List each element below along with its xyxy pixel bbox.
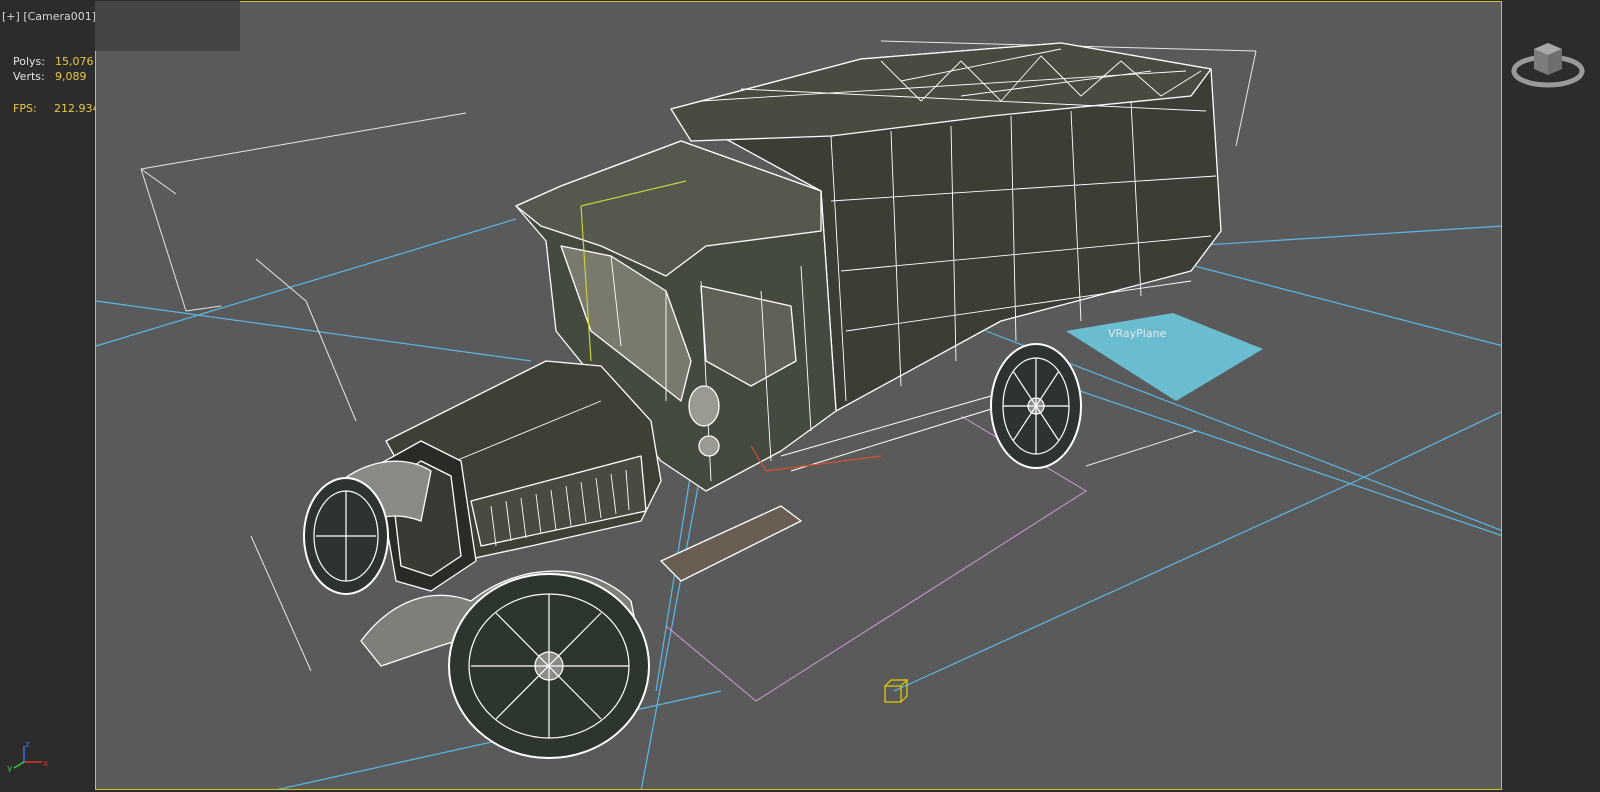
verts-stat: Verts: 9,089: [13, 69, 94, 84]
rear-right-wheel: [990, 343, 1082, 469]
fps-stat: FPS: 212.934: [13, 102, 100, 115]
verts-value: 9,089: [55, 70, 87, 83]
scene-canvas[interactable]: [96, 2, 1502, 790]
polys-label: Polys:: [13, 55, 45, 68]
light-object-icon[interactable]: [884, 679, 909, 703]
axis-z-label: z: [25, 740, 30, 750]
fps-value: 212.934: [54, 102, 100, 115]
vray-plane-label: VRayPlane: [1108, 327, 1167, 340]
viewport-plus-menu[interactable]: [+]: [2, 10, 20, 23]
polys-value: 15,076: [55, 55, 94, 68]
truck-model[interactable]: [310, 42, 1222, 667]
front-right-wheel: [448, 573, 650, 759]
viewport-statistics: Polys: 15,076 Verts: 9,089: [13, 54, 94, 84]
front-left-wheel: [303, 477, 389, 595]
axis-y-label: y: [7, 764, 13, 772]
viewport-overlay-box: [95, 1, 240, 51]
axis-tripod-icon: x z y: [6, 738, 54, 776]
viewport-camera-menu[interactable]: [Camera001]: [23, 10, 96, 23]
viewcube-icon[interactable]: [1510, 35, 1586, 93]
viewport-label: [+] [Camera001]: [2, 10, 96, 23]
left-panel: [0, 0, 95, 792]
camera-viewport[interactable]: [95, 1, 1502, 790]
fps-label: FPS:: [13, 102, 37, 115]
axis-x-label: x: [43, 759, 49, 769]
polys-stat: Polys: 15,076: [13, 54, 94, 69]
right-panel: [1504, 0, 1600, 792]
verts-label: Verts:: [13, 70, 45, 83]
